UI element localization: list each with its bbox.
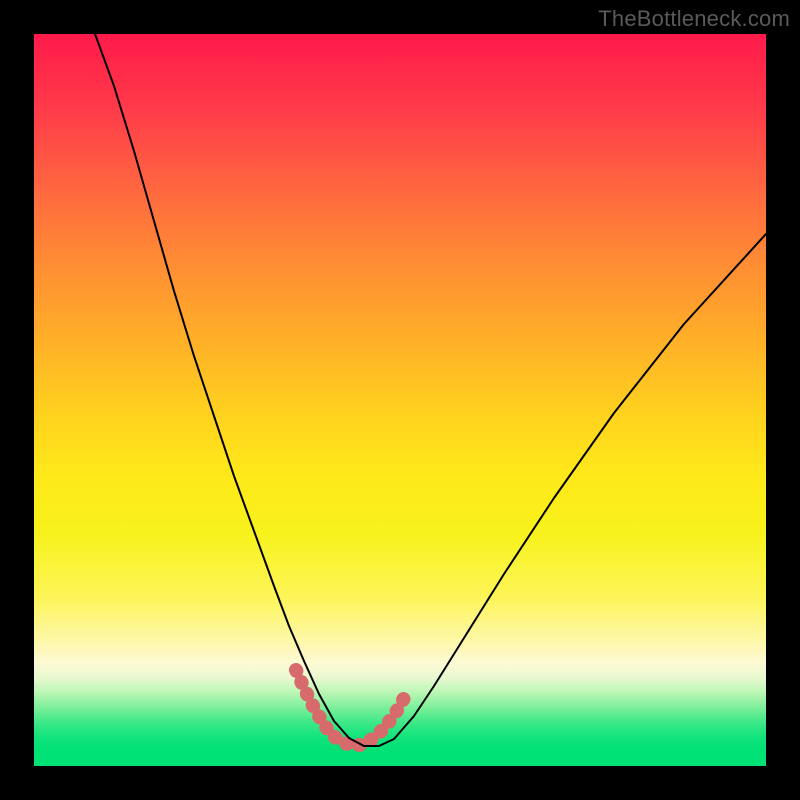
main-curve (95, 34, 766, 746)
curve-layer (34, 34, 766, 766)
chart-frame: TheBottleneck.com (0, 0, 800, 800)
plot-area (34, 34, 766, 766)
watermark-text: TheBottleneck.com (598, 6, 790, 32)
